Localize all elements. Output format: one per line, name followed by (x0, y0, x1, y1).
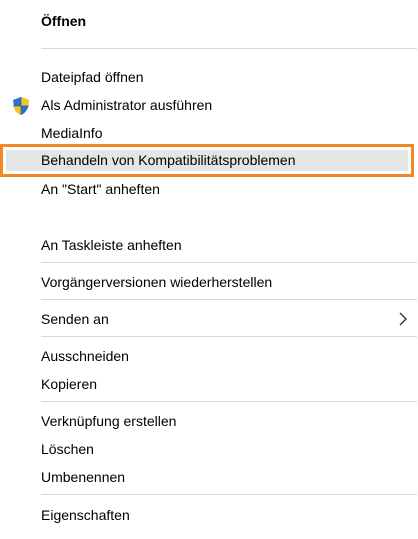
uac-shield-icon (13, 97, 29, 115)
menu-item-label: Ausschneiden (41, 348, 129, 364)
menu-separator (41, 336, 417, 337)
menu-item-eigenschaften[interactable]: Eigenschaften (0, 502, 418, 528)
menu-item-als-administrator-ausfuehren[interactable]: Als Administrator ausführen (0, 92, 418, 118)
menu-item-verknuepfung-erstellen[interactable]: Verknüpfung erstellen (0, 408, 418, 434)
menu-item-label: Verknüpfung erstellen (41, 413, 177, 429)
menu-separator (41, 401, 417, 402)
menu-separator (41, 48, 417, 49)
menu-item-label: Dateipfad öffnen (41, 69, 144, 85)
menu-item-label: Als Administrator ausführen (41, 97, 213, 113)
menu-item-label: Öffnen (41, 13, 87, 29)
menu-item-oeffnen[interactable]: Öffnen (0, 8, 418, 34)
menu-item-dateipfad-oeffnen[interactable]: Dateipfad öffnen (0, 64, 418, 90)
menu-item-ausschneiden[interactable]: Ausschneiden (0, 343, 418, 369)
menu-separator (41, 494, 417, 495)
menu-item-behandeln-von-kompatibilitaetsproblemen[interactable]: Behandeln von Kompatibilitätsproblemen (0, 144, 414, 177)
menu-item-senden-an[interactable]: Senden an (0, 306, 418, 332)
menu-item-vorgaengerversionen-wiederherstellen[interactable]: Vorgängerversionen wiederherstellen (0, 269, 418, 295)
chevron-right-icon (399, 312, 407, 326)
menu-item-label: An "Start" anheften (41, 181, 160, 197)
menu-item-loeschen[interactable]: Löschen (0, 436, 418, 462)
menu-item-label: Behandeln von Kompatibilitätsproblemen (41, 152, 296, 168)
menu-item-umbenennen[interactable]: Umbenennen (0, 464, 418, 490)
menu-item-kopieren[interactable]: Kopieren (0, 371, 418, 397)
menu-item-label: Eigenschaften (41, 507, 130, 523)
menu-separator (41, 299, 417, 300)
menu-item-mediainfo[interactable]: MediaInfo (0, 120, 418, 146)
menu-item-an-taskleiste-anheften[interactable]: An Taskleiste anheften (0, 232, 418, 258)
menu-item-an-start-anheften[interactable]: An "Start" anheften (0, 176, 418, 202)
menu-item-label: Vorgängerversionen wiederherstellen (41, 274, 273, 290)
menu-item-label: Umbenennen (41, 469, 126, 485)
menu-item-label: Kopieren (41, 376, 98, 392)
menu-item-label: Senden an (41, 311, 109, 327)
menu-item-label: Löschen (41, 441, 94, 457)
context-menu: Öffnen Dateipfad öffnen Als Administrato… (0, 0, 418, 539)
menu-item-label: An Taskleiste anheften (41, 237, 182, 253)
menu-item-label: MediaInfo (41, 125, 103, 141)
menu-separator (41, 262, 417, 263)
